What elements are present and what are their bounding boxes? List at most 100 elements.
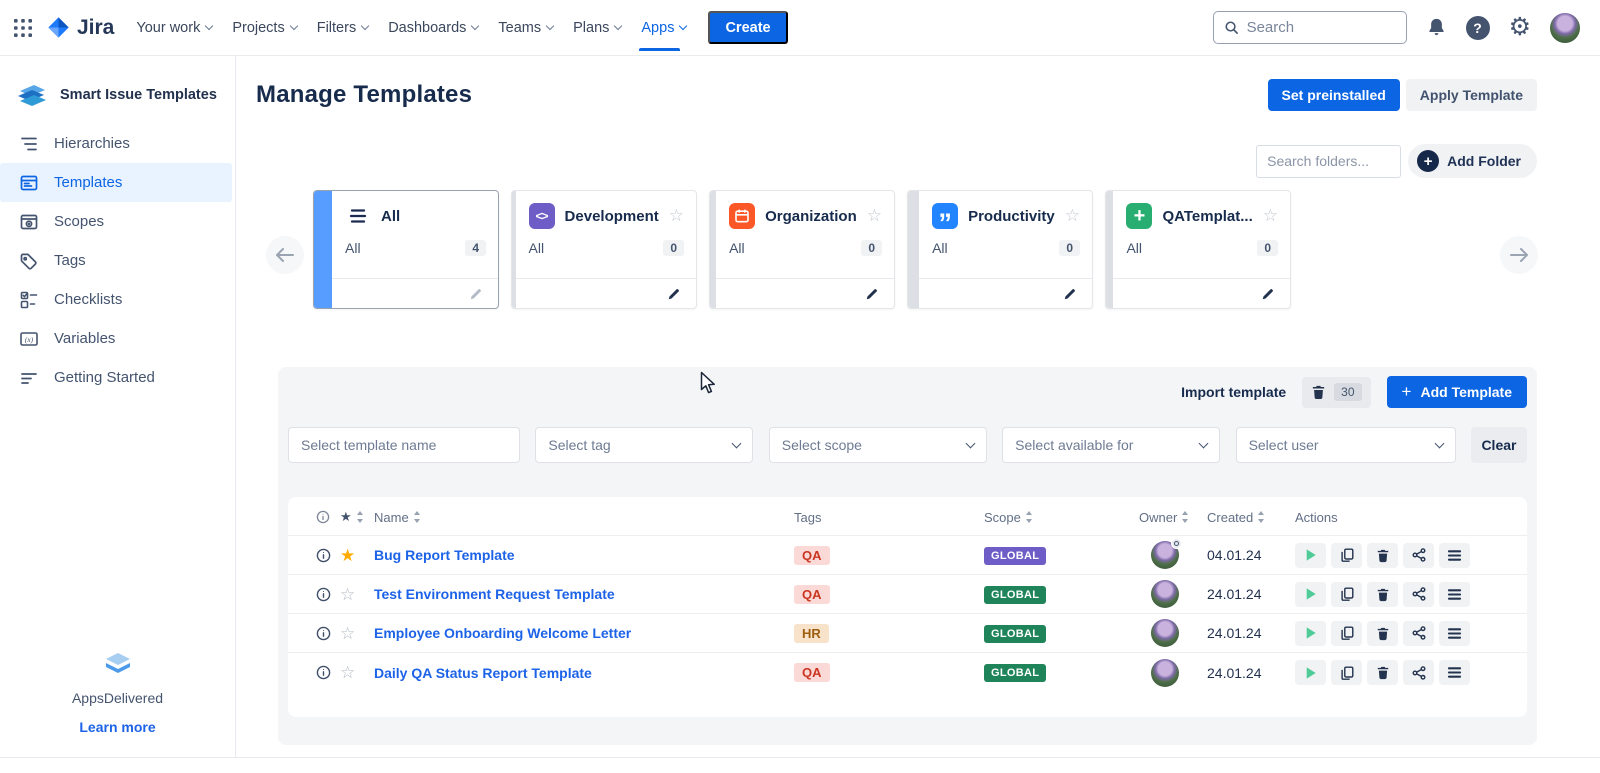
edit-folder-icon[interactable] xyxy=(865,287,879,301)
jira-logo[interactable]: Jira xyxy=(46,15,114,40)
sidebar-item-tags[interactable]: Tags xyxy=(0,241,232,280)
folder-card-development[interactable]: <> Development ☆ All 0 xyxy=(511,190,697,309)
info-icon[interactable] xyxy=(316,548,340,563)
edit-folder-icon[interactable] xyxy=(1261,287,1275,301)
trash-bin-button[interactable]: 30 xyxy=(1302,377,1370,408)
add-template-button[interactable]: + Add Template xyxy=(1387,376,1527,408)
info-icon[interactable] xyxy=(316,587,340,602)
edit-folder-icon[interactable] xyxy=(667,287,681,301)
delete-template-button[interactable] xyxy=(1367,621,1398,646)
favorite-star-icon[interactable]: ☆ xyxy=(340,664,374,681)
info-icon[interactable] xyxy=(316,665,340,680)
run-template-button[interactable] xyxy=(1295,660,1326,685)
run-template-button[interactable] xyxy=(1295,582,1326,607)
sidebar-item-scopes[interactable]: Scopes xyxy=(0,202,232,241)
row-menu-button[interactable] xyxy=(1439,582,1470,607)
sidebar-item-getting-started[interactable]: Getting Started xyxy=(0,358,232,397)
template-name-link[interactable]: Daily QA Status Report Template xyxy=(374,665,794,681)
folder-cards: All All 4 <> xyxy=(313,190,1291,309)
copy-template-button[interactable] xyxy=(1331,621,1362,646)
share-template-button[interactable] xyxy=(1403,621,1434,646)
delete-template-button[interactable] xyxy=(1367,660,1398,685)
clear-filters-button[interactable]: Clear xyxy=(1471,427,1527,463)
sidebar-item-checklists[interactable]: Checklists xyxy=(0,280,232,319)
delete-template-button[interactable] xyxy=(1367,543,1398,568)
template-name-input[interactable] xyxy=(301,437,507,453)
global-search[interactable] xyxy=(1213,11,1407,44)
created-column-sort[interactable]: Created xyxy=(1207,510,1295,525)
tag-badge: QA xyxy=(794,585,830,604)
add-folder-button[interactable]: + Add Folder xyxy=(1408,144,1537,178)
nav-projects[interactable]: Projects xyxy=(232,20,296,36)
search-folders-input[interactable] xyxy=(1256,145,1401,178)
sidebar-item-hierarchies[interactable]: Hierarchies xyxy=(0,124,232,163)
edit-folder-icon[interactable] xyxy=(469,287,483,301)
row-menu-button[interactable] xyxy=(1439,543,1470,568)
set-preinstalled-button[interactable]: Set preinstalled xyxy=(1268,79,1400,111)
arrow-left-icon xyxy=(275,247,295,263)
share-template-button[interactable] xyxy=(1403,660,1434,685)
favorite-star-icon[interactable]: ★ xyxy=(340,547,374,564)
sidebar-item-variables[interactable]: (x) Variables xyxy=(0,319,232,358)
favorite-star-icon[interactable]: ☆ xyxy=(1065,206,1080,226)
folder-card-all[interactable]: All All 4 xyxy=(313,190,499,309)
share-template-button[interactable] xyxy=(1403,543,1434,568)
nav-your-work[interactable]: Your work xyxy=(136,20,212,36)
share-template-button[interactable] xyxy=(1403,582,1434,607)
apply-template-button[interactable]: Apply Template xyxy=(1406,79,1537,111)
settings-gear-icon[interactable]: ⚙ xyxy=(1509,15,1531,40)
owner-column-sort[interactable]: Owner xyxy=(1139,510,1207,525)
search-input[interactable] xyxy=(1247,19,1387,36)
scope-column-sort[interactable]: Scope xyxy=(984,510,1139,525)
favorite-star-icon[interactable]: ☆ xyxy=(340,586,374,603)
sidebar-item-templates[interactable]: Templates xyxy=(0,163,232,202)
nav-filters[interactable]: Filters xyxy=(317,20,368,36)
available-for-filter-select[interactable]: Select available for xyxy=(1002,427,1220,463)
help-icon[interactable]: ? xyxy=(1466,16,1490,40)
learn-more-link[interactable]: Learn more xyxy=(0,719,235,735)
nav-plans[interactable]: Plans xyxy=(573,20,621,36)
template-name-link[interactable]: Employee Onboarding Welcome Letter xyxy=(374,625,794,641)
template-name-link[interactable]: Bug Report Template xyxy=(374,547,794,563)
menu-icon xyxy=(1447,666,1462,679)
name-column-sort[interactable]: Name xyxy=(374,510,794,525)
row-menu-button[interactable] xyxy=(1439,621,1470,646)
app-switcher-icon[interactable] xyxy=(12,17,34,39)
run-template-button[interactable] xyxy=(1295,621,1326,646)
row-actions xyxy=(1295,543,1515,568)
import-template-link[interactable]: Import template xyxy=(1181,384,1286,400)
scope-filter-select[interactable]: Select scope xyxy=(769,427,987,463)
folder-card-qatemplates[interactable]: + QATemplat... ☆ All 0 xyxy=(1105,190,1291,309)
edit-folder-icon[interactable] xyxy=(1063,287,1077,301)
favorite-star-icon[interactable]: ☆ xyxy=(340,625,374,642)
copy-template-button[interactable] xyxy=(1331,660,1362,685)
run-template-button[interactable] xyxy=(1295,543,1326,568)
copy-template-button[interactable] xyxy=(1331,543,1362,568)
carousel-prev-button[interactable] xyxy=(266,236,304,274)
nav-teams[interactable]: Teams xyxy=(498,20,553,36)
user-filter-select[interactable]: Select user xyxy=(1236,427,1456,463)
nav-apps[interactable]: Apps xyxy=(641,20,686,36)
tag-filter-select[interactable]: Select tag xyxy=(535,427,753,463)
filters-row: Select tag Select scope Select available… xyxy=(288,427,1527,463)
templates-icon xyxy=(18,172,40,194)
nav-dashboards[interactable]: Dashboards xyxy=(388,20,478,36)
folder-card-productivity[interactable]: ” Productivity ☆ All 0 xyxy=(907,190,1093,309)
template-name-filter[interactable] xyxy=(288,427,520,463)
scope-badge: GLOBAL xyxy=(984,586,1046,604)
info-icon[interactable] xyxy=(316,626,340,641)
notifications-bell-icon[interactable] xyxy=(1426,17,1447,38)
row-menu-button[interactable] xyxy=(1439,660,1470,685)
star-icon: ★ xyxy=(340,509,352,525)
delete-template-button[interactable] xyxy=(1367,582,1398,607)
copy-template-button[interactable] xyxy=(1331,582,1362,607)
favorite-star-icon[interactable]: ☆ xyxy=(867,206,882,226)
folder-card-organization[interactable]: Organization ☆ All 0 xyxy=(709,190,895,309)
user-avatar[interactable] xyxy=(1550,13,1580,43)
template-name-link[interactable]: Test Environment Request Template xyxy=(374,586,794,602)
favorite-column-sort[interactable]: ★ xyxy=(340,509,374,525)
carousel-next-button[interactable] xyxy=(1500,236,1538,274)
favorite-star-icon[interactable]: ☆ xyxy=(1263,206,1278,226)
create-button[interactable]: Create xyxy=(708,11,787,44)
favorite-star-icon[interactable]: ☆ xyxy=(669,206,684,226)
